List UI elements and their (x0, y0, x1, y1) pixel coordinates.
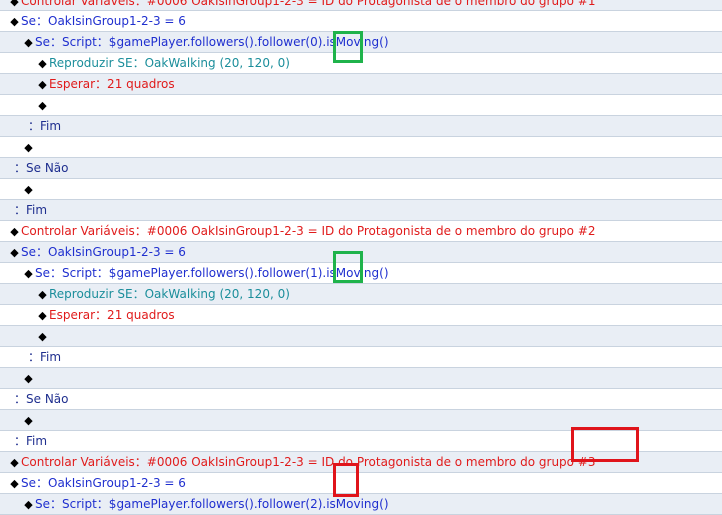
black-diamond-icon: ◆ (24, 498, 33, 511)
black-diamond-icon: ◆ (24, 414, 33, 427)
event-line-end[interactable]: ：Fim (0, 116, 722, 137)
event-command-list[interactable]: ◆ Controlar Variáveis：#0006 OakIsinGroup1… (0, 0, 722, 515)
event-line-text: ：Fim (28, 119, 62, 133)
event-line-text: Se：Script：$gamePlayer.followers().follow… (35, 35, 389, 49)
event-line-branch[interactable]: ◆ Se：Script：$gamePlayer.followers().follo… (0, 32, 722, 53)
event-line-text: Esperar：21 quadros (49, 77, 175, 91)
event-line-empty[interactable]: ◆ (0, 410, 722, 431)
event-line-control[interactable]: ◆ Controlar Variáveis：#0006 OakIsinGroup1… (0, 0, 722, 11)
event-line-text: ：Se Não (14, 161, 69, 175)
event-line-text: Se：OakIsinGroup1-2-3 = 6 (21, 14, 186, 28)
event-line-empty[interactable]: ◆ (0, 368, 722, 389)
event-line-text: ：Fim (14, 203, 48, 217)
event-line-text: Controlar Variáveis：#0006 OakIsinGroup1-… (21, 224, 596, 238)
event-line-text: Se：Script：$gamePlayer.followers().follow… (35, 497, 389, 511)
event-line-branch[interactable]: ◆ Se：OakIsinGroup1-2-3 = 6 (0, 11, 722, 32)
black-diamond-icon: ◆ (38, 57, 47, 70)
event-line-text: Se：OakIsinGroup1-2-3 = 6 (21, 245, 186, 259)
event-line-text: ：Fim (28, 350, 62, 364)
black-diamond-icon: ◆ (10, 477, 19, 490)
event-line-text: Se：Script：$gamePlayer.followers().follow… (35, 266, 389, 280)
event-line-wait[interactable]: ◆ Esperar：21 quadros (0, 74, 722, 95)
event-line-branch[interactable]: ◆ Se：OakIsinGroup1-2-3 = 6 (0, 473, 722, 494)
event-line-empty[interactable]: ◆ (0, 326, 722, 347)
event-line-branch[interactable]: ◆ Se：OakIsinGroup1-2-3 = 6 (0, 242, 722, 263)
event-line-else[interactable]: ：Se Não (0, 389, 722, 410)
event-line-branch[interactable]: ◆ Se：Script：$gamePlayer.followers().follo… (0, 494, 722, 515)
black-diamond-icon: ◆ (24, 183, 33, 196)
black-diamond-icon: ◆ (10, 225, 19, 238)
black-diamond-icon: ◆ (38, 309, 47, 322)
black-diamond-icon: ◆ (38, 78, 47, 91)
black-diamond-icon: ◆ (38, 288, 47, 301)
event-line-se[interactable]: ◆ Reproduzir SE：OakWalking (20, 120, 0) (0, 284, 722, 305)
event-line-text: Reproduzir SE：OakWalking (20, 120, 0) (49, 56, 290, 70)
black-diamond-icon: ◆ (38, 99, 47, 112)
black-diamond-icon: ◆ (24, 36, 33, 49)
event-line-text: Se：OakIsinGroup1-2-3 = 6 (21, 476, 186, 490)
black-diamond-icon: ◆ (24, 141, 33, 154)
event-line-text: ：Fim (14, 434, 48, 448)
event-line-text: ：Se Não (14, 392, 69, 406)
event-line-branch[interactable]: ◆ Se：Script：$gamePlayer.followers().follo… (0, 263, 722, 284)
black-diamond-icon: ◆ (24, 267, 33, 280)
black-diamond-icon: ◆ (10, 0, 19, 8)
event-line-empty[interactable]: ◆ (0, 179, 722, 200)
black-diamond-icon: ◆ (38, 330, 47, 343)
black-diamond-icon: ◆ (24, 372, 33, 385)
event-line-control[interactable]: ◆ Controlar Variáveis：#0006 OakIsinGroup1… (0, 452, 722, 473)
event-line-control[interactable]: ◆ Controlar Variáveis：#0006 OakIsinGroup1… (0, 221, 722, 242)
event-line-text: Controlar Variáveis：#0006 OakIsinGroup1-… (21, 455, 596, 469)
event-line-wait[interactable]: ◆ Esperar：21 quadros (0, 305, 722, 326)
black-diamond-icon: ◆ (10, 246, 19, 259)
event-line-se[interactable]: ◆ Reproduzir SE：OakWalking (20, 120, 0) (0, 53, 722, 74)
black-diamond-icon: ◆ (10, 456, 19, 469)
black-diamond-icon: ◆ (10, 15, 19, 28)
event-line-empty[interactable]: ◆ (0, 95, 722, 116)
event-line-text: Esperar：21 quadros (49, 308, 175, 322)
event-line-text: Reproduzir SE：OakWalking (20, 120, 0) (49, 287, 290, 301)
event-line-text: Controlar Variáveis：#0006 OakIsinGroup1-… (21, 0, 596, 8)
event-line-empty[interactable]: ◆ (0, 137, 722, 158)
event-line-end[interactable]: ：Fim (0, 200, 722, 221)
event-line-else[interactable]: ：Se Não (0, 158, 722, 179)
event-line-end[interactable]: ：Fim (0, 347, 722, 368)
event-line-end[interactable]: ：Fim (0, 431, 722, 452)
